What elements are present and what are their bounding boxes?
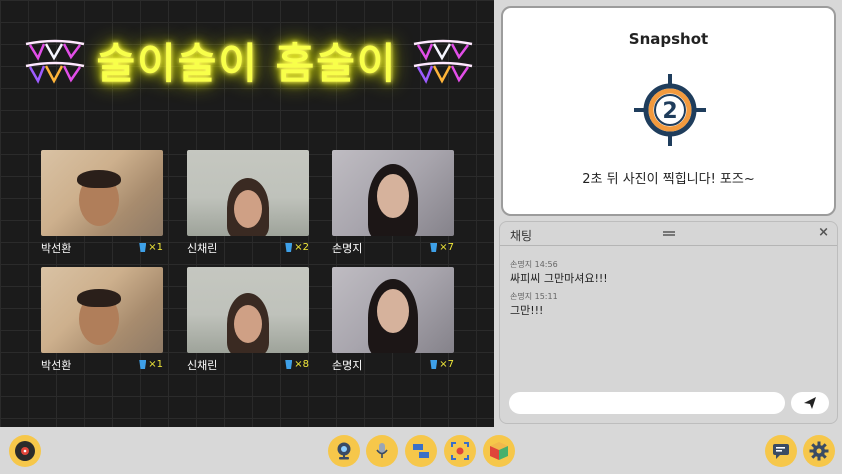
cup-icon xyxy=(430,360,438,369)
snapshot-icon xyxy=(451,442,469,460)
chat-input[interactable] xyxy=(509,392,785,414)
participant-name: 신채린 xyxy=(187,242,218,255)
game-button[interactable] xyxy=(483,435,515,467)
countdown-number: 2 xyxy=(662,99,677,124)
participant-video xyxy=(41,267,163,353)
countdown-target-icon: 2 xyxy=(634,74,706,146)
participant-name: 박선환 xyxy=(41,359,72,372)
bunting-right-icon xyxy=(413,39,473,84)
game-cube-icon xyxy=(490,442,508,460)
bottom-toolbar xyxy=(0,427,842,474)
snapshot-panel: Snapshot 2 2초 뒤 사진이 찍힙니다! 포즈~ xyxy=(501,6,836,216)
participant-video xyxy=(41,150,163,236)
chat-bubble-icon xyxy=(773,444,789,459)
message-text: 싸피씨 그만마셔요!!! xyxy=(510,272,608,285)
screen-share-button[interactable] xyxy=(405,435,437,467)
participant-tile[interactable]: 손명지 ×7 xyxy=(332,150,454,255)
participant-name: 신채린 xyxy=(187,359,218,372)
snapshot-message: 2초 뒤 사진이 찍힙니다! 포즈~ xyxy=(582,172,755,187)
microphone-icon xyxy=(376,443,388,458)
drag-handle-icon[interactable] xyxy=(663,231,675,236)
chat-toggle-button[interactable] xyxy=(765,435,797,467)
participant-name: 손명지 xyxy=(332,359,363,372)
participant-video xyxy=(187,150,309,236)
participant-name: 박선환 xyxy=(41,242,72,255)
chat-title: 채팅 xyxy=(510,229,533,243)
cup-icon xyxy=(285,243,293,252)
mic-toggle-button[interactable] xyxy=(366,435,398,467)
participant-name: 손명지 xyxy=(332,242,363,255)
webcam-icon xyxy=(337,442,351,460)
camera-toggle-button[interactable] xyxy=(328,435,360,467)
snapshot-button[interactable] xyxy=(444,435,476,467)
music-button[interactable] xyxy=(9,435,41,467)
message-meta: 손명지 14:56 xyxy=(510,260,558,269)
participant-tile[interactable]: 신채린 ×8 xyxy=(187,267,309,372)
cup-icon xyxy=(430,243,438,252)
settings-gear-icon xyxy=(809,441,829,461)
drink-count: ×2 xyxy=(285,242,309,253)
party-stage: 술이술이 홈술이 박선환 ×1 신채린 ×2 손명지 ×7 박선환 ×1 신채린… xyxy=(0,0,494,427)
screen-share-icon xyxy=(413,444,429,458)
send-icon xyxy=(804,397,816,409)
cup-icon xyxy=(139,360,147,369)
drink-count: ×1 xyxy=(139,242,163,253)
snapshot-title: Snapshot xyxy=(628,30,709,48)
cup-icon xyxy=(139,243,147,252)
send-button[interactable] xyxy=(791,392,829,414)
participant-video xyxy=(187,267,309,353)
chat-header: 채팅 × xyxy=(500,222,837,246)
drink-count: ×8 xyxy=(285,359,309,370)
participant-tile[interactable]: 박선환 ×1 xyxy=(41,267,163,372)
participant-video xyxy=(332,267,454,353)
drink-count: ×1 xyxy=(139,359,163,370)
message-meta: 손명지 15:11 xyxy=(510,292,558,301)
cup-icon xyxy=(285,360,293,369)
drink-count: ×7 xyxy=(430,242,454,253)
settings-button[interactable] xyxy=(803,435,835,467)
vinyl-record-icon xyxy=(15,441,35,461)
participant-video xyxy=(332,150,454,236)
drink-count: ×7 xyxy=(430,359,454,370)
chat-panel: 채팅 × 손명지 14:56 싸피씨 그만마셔요!!! 손명지 15:11 그만… xyxy=(499,221,838,424)
close-icon[interactable]: × xyxy=(818,225,829,240)
participant-tile[interactable]: 신채린 ×2 xyxy=(187,150,309,255)
participant-tile[interactable]: 손명지 ×7 xyxy=(332,267,454,372)
message-text: 그만!!! xyxy=(510,304,544,317)
participant-tile[interactable]: 박선환 ×1 xyxy=(41,150,163,255)
